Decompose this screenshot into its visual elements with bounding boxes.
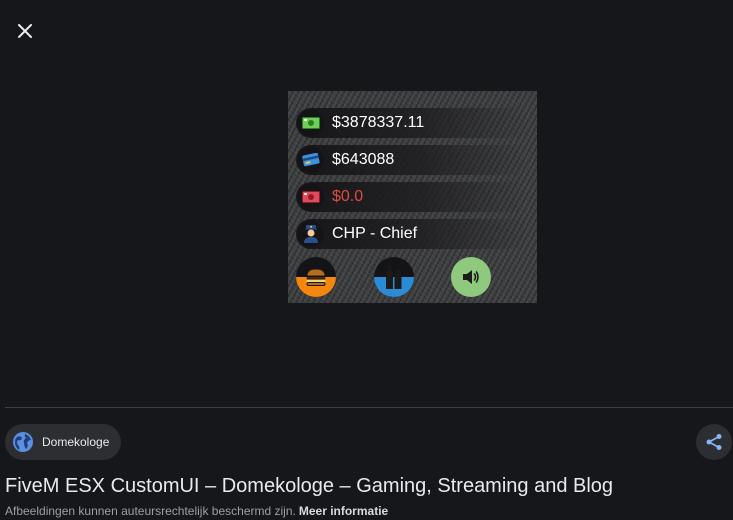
bottle-icon xyxy=(386,266,402,289)
hunger-status xyxy=(296,257,336,297)
black-money-amount: $0.0 xyxy=(332,188,364,205)
divider xyxy=(5,407,733,408)
black-money-icon xyxy=(298,184,324,210)
hud-row-bank: $643088 xyxy=(296,145,526,175)
copyright-notice: Afbeeldingen kunnen auteursrechtelijk be… xyxy=(5,504,388,518)
page-title-link[interactable]: FiveM ESX CustomUI – Domekologe – Gaming… xyxy=(5,475,613,498)
hud-row-job: CHP - Chief xyxy=(296,219,526,249)
copyright-text: Afbeeldingen kunnen auteursrechtelijk be… xyxy=(5,504,296,518)
share-icon xyxy=(706,434,722,450)
source-name: Domekologe xyxy=(42,435,110,449)
police-officer-icon xyxy=(298,221,324,247)
source-chip[interactable]: Domekologe xyxy=(5,424,122,460)
close-icon xyxy=(18,24,32,38)
cash-icon xyxy=(298,110,324,136)
preview-image[interactable]: $3878337.11 $643088 $0.0 CHP - Chief xyxy=(288,91,537,303)
job-label: CHP - Chief xyxy=(332,225,418,242)
burger-icon xyxy=(306,268,326,286)
thirst-status xyxy=(374,257,414,297)
cash-amount: $3878337.11 xyxy=(332,114,425,131)
bank-card-icon xyxy=(298,147,324,173)
share-button[interactable] xyxy=(696,424,732,460)
globe-icon xyxy=(13,432,33,452)
more-info-link[interactable]: Meer informatie xyxy=(299,504,388,518)
bank-amount: $643088 xyxy=(332,151,395,168)
hud-row-cash: $3878337.11 xyxy=(296,108,526,138)
voice-button[interactable] xyxy=(451,257,491,297)
speaker-icon xyxy=(463,270,479,284)
hud-row-black-money: $0.0 xyxy=(296,182,526,212)
close-button[interactable] xyxy=(10,16,40,46)
